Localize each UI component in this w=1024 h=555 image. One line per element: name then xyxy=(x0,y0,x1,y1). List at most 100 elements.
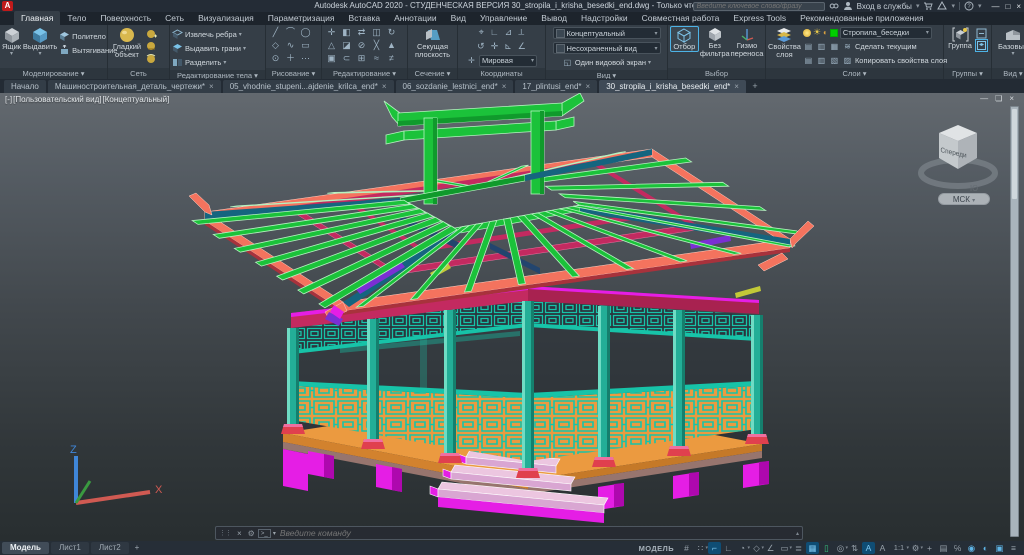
otrack-icon[interactable]: ∠ xyxy=(764,542,777,554)
anno-visibility-icon[interactable]: A xyxy=(862,542,875,554)
app-store-icon[interactable] xyxy=(937,1,947,11)
dynucs-icon[interactable]: ⇅ xyxy=(848,542,861,554)
mesh-refine-icon[interactable] xyxy=(146,29,157,40)
ucs-tool-icon[interactable]: ✛ xyxy=(491,40,499,53)
wcs-dropdown-button[interactable]: МСК ▾ xyxy=(938,193,990,205)
command-expand-icon[interactable]: ▴ xyxy=(796,530,802,537)
ribbon-tab[interactable]: Надстройки xyxy=(574,11,635,25)
osnap-icon[interactable]: ▭ xyxy=(778,542,791,554)
graphics-icon[interactable]: ▣ xyxy=(993,542,1006,554)
layer-lock-icon[interactable]: ◐ xyxy=(823,28,828,37)
clean-screen-icon[interactable]: ◉ xyxy=(965,542,978,554)
ribbon-tab[interactable]: Вид xyxy=(444,11,473,25)
modify-tool-icon[interactable]: ⊞ xyxy=(354,52,369,65)
make-current-button[interactable]: ▤▥▦≋ Сделать текущим xyxy=(803,40,947,53)
vp-close-icon[interactable]: × xyxy=(1009,94,1014,103)
panel-caption-draw[interactable]: Рисование ▾ xyxy=(266,68,321,79)
panel-caption-view-base[interactable]: Вид ▾ xyxy=(992,68,1024,79)
modify-tool-icon[interactable]: ≈ xyxy=(369,52,384,65)
search-input[interactable] xyxy=(693,2,825,11)
isodraft-icon[interactable]: ◇ xyxy=(750,542,763,554)
viewport-view-control[interactable]: [Пользовательский вид] xyxy=(13,95,101,104)
ribbon-tab[interactable]: Поверхность xyxy=(93,11,158,25)
transparency-icon[interactable]: ▦ xyxy=(806,542,819,554)
ribbon-tab[interactable]: Совместная работа xyxy=(635,11,727,25)
panel-caption-modeling[interactable]: Моделирование ▾ xyxy=(0,68,107,79)
file-tab[interactable]: 30_stropila_i_krisha_besedki_end*× xyxy=(599,80,746,93)
layout-tab[interactable]: + xyxy=(131,542,144,554)
section-plane-button[interactable]: Секущаяплоскость xyxy=(416,26,450,59)
modify-tool-icon[interactable]: ⇄ xyxy=(354,26,369,39)
file-tab[interactable]: 17_plintusi_end*× xyxy=(515,80,597,93)
command-close-icon[interactable]: × xyxy=(234,529,245,538)
ucs-tool-icon[interactable]: ⊿ xyxy=(505,26,513,39)
mesh-smooth-more-icon[interactable] xyxy=(146,53,157,64)
help-caret-icon[interactable]: ▾ xyxy=(978,2,982,10)
vp-restore-icon[interactable]: ❏ xyxy=(995,94,1002,103)
ucs-world-icon[interactable]: ✛ xyxy=(466,56,477,65)
modify-tool-icon[interactable]: ◧ xyxy=(339,26,354,39)
modify-tool-icon[interactable]: ◪ xyxy=(339,39,354,52)
ribbon-tab[interactable]: Тело xyxy=(60,11,93,25)
minimize-button[interactable]: — xyxy=(991,2,999,11)
panel-caption-coordinates[interactable]: Координаты xyxy=(458,68,545,79)
draw-tool-icon[interactable]: ◯ xyxy=(298,26,313,39)
ucs-tool-icon[interactable]: ↺ xyxy=(477,40,485,53)
file-tab[interactable]: 05_vhodnie_stupeni...ajdenie_krilca_end*… xyxy=(223,80,394,93)
quick-properties-icon[interactable]: ▤ xyxy=(937,542,950,554)
search-icon[interactable] xyxy=(829,1,839,11)
modify-tool-icon[interactable]: ▣ xyxy=(324,52,339,65)
ribbon-tab[interactable]: Управление xyxy=(473,11,534,25)
gizmo-button[interactable]: Гизмопереноса xyxy=(731,26,763,58)
extrude-button[interactable]: Выдавить▾ xyxy=(23,26,57,57)
ungroup-icon[interactable] xyxy=(976,28,987,39)
ribbon-tab[interactable]: Главная xyxy=(14,11,60,25)
ribbon-tab[interactable]: Вставка xyxy=(342,11,388,25)
file-tab-close-icon[interactable]: × xyxy=(382,82,387,91)
ucs-dropdown[interactable]: Мировая▾ xyxy=(479,55,537,67)
panel-caption-view[interactable]: Вид ▾ xyxy=(546,70,667,79)
panel-caption-mesh[interactable]: Сеть xyxy=(108,68,169,79)
ucs-tool-icon[interactable]: ∠ xyxy=(518,40,526,53)
file-tab-close-icon[interactable]: × xyxy=(734,82,739,91)
modify-tool-icon[interactable]: ╳ xyxy=(369,39,384,52)
panel-caption-layers[interactable]: Слои ▾ xyxy=(766,68,943,79)
signin-button[interactable]: Вход в службы xyxy=(857,2,912,11)
vp-minimize-icon[interactable]: — xyxy=(980,94,988,103)
grid-icon[interactable]: # xyxy=(680,542,693,554)
box-button[interactable]: Ящик▾ xyxy=(2,26,21,57)
ribbon-tab[interactable]: Параметризация xyxy=(261,11,342,25)
layer-on-icon[interactable] xyxy=(803,29,811,37)
draw-tool-icon[interactable]: ⌒ xyxy=(283,26,298,39)
isolate-objects-icon[interactable]: ◐ xyxy=(979,542,992,554)
user-icon[interactable] xyxy=(843,1,853,11)
osnap3d-icon[interactable]: ◎ xyxy=(834,542,847,554)
help-icon[interactable]: ? xyxy=(964,1,974,11)
file-tab-close-icon[interactable]: × xyxy=(209,82,214,91)
ribbon-tab[interactable]: Сеть xyxy=(158,11,191,25)
layout-tab[interactable]: Лист2 xyxy=(91,542,129,554)
panel-caption-modify[interactable]: Редактирование ▾ xyxy=(322,68,407,79)
modify-tool-icon[interactable]: ▲ xyxy=(384,39,399,52)
customize-menu-icon[interactable]: ≡ xyxy=(1007,542,1020,554)
filter-button[interactable]: Безфильтра xyxy=(700,26,730,58)
smooth-object-button[interactable]: Гладкийобъект xyxy=(110,26,144,59)
model-3d-pavilion[interactable]: Z X xyxy=(0,93,1024,541)
ucs-tool-icon[interactable]: ∟ xyxy=(490,26,499,39)
selection-cycling-icon[interactable]: ▯ xyxy=(820,542,833,554)
ribbon-tab[interactable]: Рекомендованные приложения xyxy=(793,11,930,25)
ucs-tool-icon[interactable]: ⌖ xyxy=(479,26,484,39)
viewport-minimize-control[interactable]: [-] xyxy=(5,95,12,104)
draw-tool-icon[interactable]: ＋ xyxy=(283,52,298,65)
workspace-icon[interactable]: ⚙ xyxy=(909,542,922,554)
file-tab[interactable]: Машиностроительная_деталь_чертежи*× xyxy=(48,80,221,93)
ribbon-tab[interactable]: Вывод xyxy=(534,11,574,25)
command-drag-handle[interactable]: ⋮⋮ xyxy=(216,529,234,537)
draw-tool-icon[interactable]: ▭ xyxy=(298,39,313,52)
ribbon-tab[interactable]: Визуализация xyxy=(191,11,261,25)
infer-icon[interactable]: ⌐ xyxy=(708,542,721,554)
recent-commands-caret-icon[interactable]: ▾ xyxy=(273,530,276,537)
base-view-button[interactable]: Базовый▾ xyxy=(997,26,1024,57)
restore-button[interactable]: □ xyxy=(1005,2,1010,11)
draw-tool-icon[interactable]: ╱ xyxy=(268,26,283,39)
